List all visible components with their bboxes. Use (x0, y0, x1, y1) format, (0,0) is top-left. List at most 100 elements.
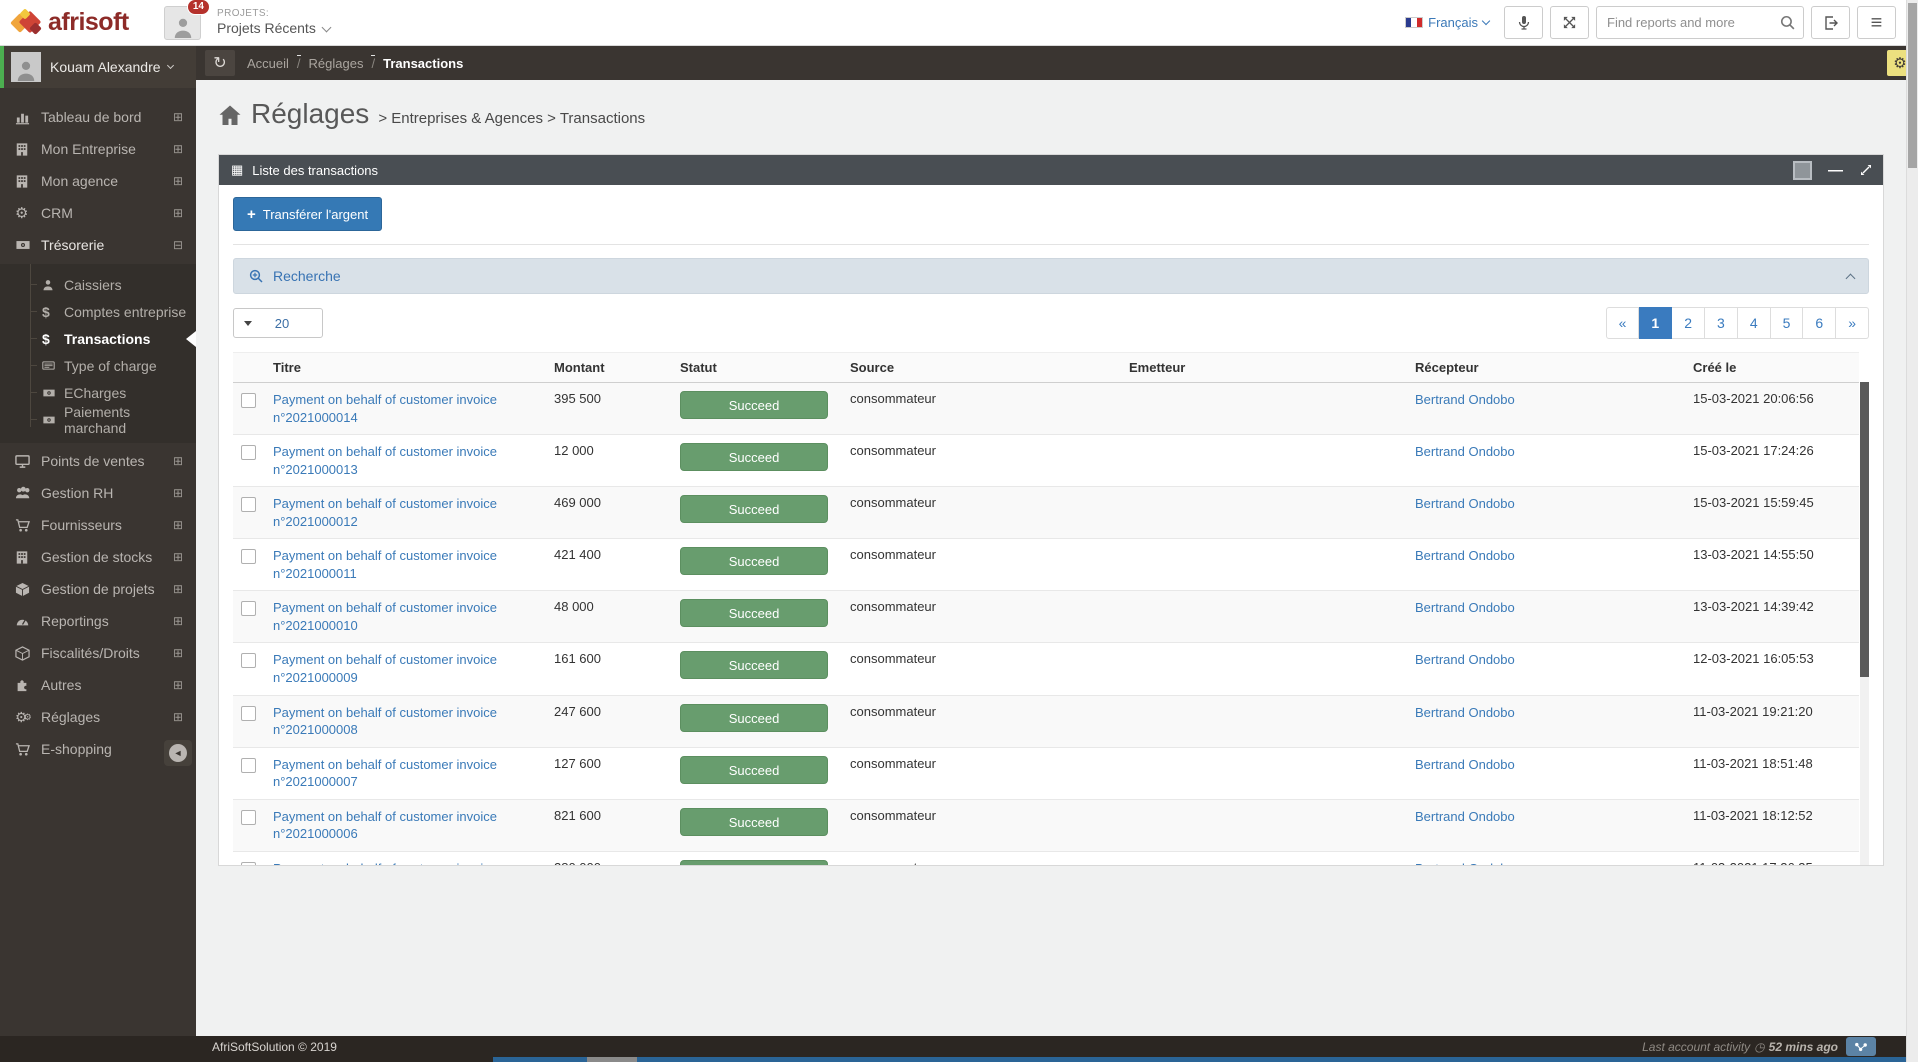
page-scrollbar-thumb[interactable] (1908, 3, 1917, 168)
transaction-link[interactable]: Payment on behalf of customer invoice n°… (273, 808, 528, 843)
row-checkbox[interactable] (241, 549, 256, 565)
receiver-link[interactable]: Bertrand Ondobo (1415, 547, 1515, 565)
receiver-link[interactable]: Bertrand Ondobo (1415, 860, 1515, 865)
sidebar-item-autres[interactable]: Autres ⊞ (0, 669, 196, 701)
sidebar-item-paiements-marchand[interactable]: Paiements marchand (0, 404, 196, 436)
receiver-link[interactable]: Bertrand Ondobo (1415, 704, 1515, 722)
row-checkbox[interactable] (241, 809, 256, 825)
language-selector[interactable]: Français (1405, 15, 1491, 30)
sidebar-item-gestion-rh[interactable]: Gestion RH ⊞ (0, 477, 196, 509)
sidebar-item-reglages[interactable]: ⚙ ⚙ Réglages ⊞ (0, 701, 196, 733)
expand-icon[interactable]: ⊞ (173, 486, 183, 500)
logout-button[interactable] (1811, 6, 1850, 39)
sidebar-item-crm[interactable]: ⚙ CRM ⊞ (0, 197, 196, 229)
sidebar-item-gestion-de-projets[interactable]: Gestion de projets ⊞ (0, 573, 196, 605)
pagination-page-6[interactable]: 6 (1803, 307, 1837, 339)
row-checkbox[interactable] (241, 757, 256, 773)
widget-handle[interactable] (1793, 160, 1812, 180)
page-scrollbar[interactable] (1906, 0, 1918, 1062)
expand-icon[interactable]: ⊞ (173, 550, 183, 564)
expand-icon[interactable]: ⊞ (173, 518, 183, 532)
breadcrumb-reglages[interactable]: Réglages (309, 56, 364, 71)
sidebar-item-type-of-charge[interactable]: Type of charge (0, 352, 196, 379)
transaction-link[interactable]: Payment on behalf of customer invoice n°… (273, 443, 528, 478)
sidebar-item-tableau-de-bord[interactable]: Tableau de bord ⊞ (0, 101, 196, 133)
row-checkbox[interactable] (241, 601, 256, 617)
sidebar-item-fiscalites-droits[interactable]: Fiscalités/Droits ⊞ (0, 637, 196, 669)
transaction-link[interactable]: Payment on behalf of customer invoice n°… (273, 391, 528, 426)
transaction-link[interactable]: Payment on behalf of customer invoice n°… (273, 495, 528, 530)
receiver-link[interactable]: Bertrand Ondobo (1415, 599, 1515, 617)
sidebar-item-mon-entreprise[interactable]: Mon Entreprise ⊞ (0, 133, 196, 165)
horizontal-scrollbar-thumb[interactable] (587, 1057, 637, 1062)
transaction-link[interactable]: Payment on behalf of customer invoice n°… (273, 651, 528, 686)
sidebar-item-reportings[interactable]: Reportings ⊞ (0, 605, 196, 637)
sidebar-item-gestion-de-stocks[interactable]: Gestion de stocks ⊞ (0, 541, 196, 573)
sidebar-item-transactions[interactable]: $ Transactions (0, 325, 196, 352)
search-collapse-bar[interactable]: Recherche (233, 258, 1869, 294)
sidebar-item-comptes-entreprise[interactable]: $ Comptes entreprise (0, 298, 196, 325)
transfer-money-button[interactable]: + Transférer l'argent (233, 197, 383, 231)
table-scrollbar[interactable] (1860, 382, 1869, 865)
transaction-link[interactable]: Payment on behalf of customer invoice n°… (273, 860, 528, 865)
sidebar-item-caissiers[interactable]: Caissiers (0, 271, 196, 298)
pagination-page-1[interactable]: 1 (1639, 307, 1673, 339)
expand-icon[interactable]: ⊞ (173, 454, 183, 468)
row-checkbox[interactable] (241, 705, 256, 721)
sidebar-item-points-de-ventes[interactable]: Points de ventes ⊞ (0, 445, 196, 477)
expand-icon[interactable]: ⊞ (173, 646, 183, 660)
pagination-page-4[interactable]: 4 (1737, 307, 1771, 339)
expand-icon[interactable]: ⊞ (173, 206, 183, 220)
pagination-page-5[interactable]: 5 (1770, 307, 1804, 339)
breadcrumb-home[interactable]: Accueil (247, 56, 289, 71)
row-checkbox[interactable] (241, 861, 256, 865)
app-logo[interactable]: afrisoft (0, 7, 152, 39)
menu-button[interactable]: ≡ (1857, 6, 1896, 39)
row-checkbox[interactable] (241, 445, 256, 461)
sidebar-user[interactable]: Kouam Alexandre (0, 46, 196, 88)
receiver-link[interactable]: Bertrand Ondobo (1415, 651, 1515, 669)
sidebar-item-echarges[interactable]: ECharges (0, 379, 196, 406)
row-checkbox[interactable] (241, 393, 256, 408)
pagination-page-2[interactable]: 2 (1672, 307, 1706, 339)
row-checkbox[interactable] (241, 653, 256, 669)
page-size-select[interactable]: 20 (233, 308, 323, 338)
receiver-link[interactable]: Bertrand Ondobo (1415, 495, 1515, 513)
notifications-avatar[interactable]: 14 (164, 0, 210, 40)
expand-icon[interactable]: ⊞ (173, 582, 183, 596)
row-checkbox[interactable] (241, 497, 256, 513)
sidebar-item-tresorerie[interactable]: Trésorerie ⊟ (0, 229, 196, 261)
receiver-link[interactable]: Bertrand Ondobo (1415, 756, 1515, 774)
transaction-link[interactable]: Payment on behalf of customer invoice n°… (273, 599, 528, 634)
expand-icon[interactable]: ⊞ (173, 110, 183, 124)
collapse-section-icon[interactable]: ⊟ (173, 238, 183, 252)
receiver-link[interactable]: Bertrand Ondobo (1415, 808, 1515, 826)
pagination-next[interactable]: » (1836, 307, 1869, 339)
receiver-link[interactable]: Bertrand Ondobo (1415, 391, 1515, 409)
minimize-button[interactable]: — (1828, 163, 1843, 178)
sidebar-item-mon-agence[interactable]: Mon agence ⊞ (0, 165, 196, 197)
projects-dropdown[interactable]: PROJETS: Projets Récents (217, 8, 332, 38)
search-input[interactable] (1596, 6, 1804, 39)
transaction-link[interactable]: Payment on behalf of customer invoice n°… (273, 547, 528, 582)
expand-button[interactable] (1859, 163, 1873, 177)
chevron-up-icon[interactable] (1845, 273, 1856, 283)
table-scrollbar-thumb[interactable] (1860, 382, 1869, 677)
sidebar-item-fournisseurs[interactable]: Fournisseurs ⊞ (0, 509, 196, 541)
transaction-link[interactable]: Payment on behalf of customer invoice n°… (273, 704, 528, 739)
footer-network-button[interactable] (1846, 1037, 1876, 1056)
refresh-button[interactable]: ↻ (205, 50, 235, 76)
fullscreen-button[interactable] (1550, 6, 1589, 39)
expand-icon[interactable]: ⊞ (173, 710, 183, 724)
receiver-link[interactable]: Bertrand Ondobo (1415, 443, 1515, 461)
expand-icon[interactable]: ⊞ (173, 174, 183, 188)
expand-icon[interactable]: ⊞ (173, 142, 183, 156)
expand-icon[interactable]: ⊞ (173, 678, 183, 692)
pagination-page-3[interactable]: 3 (1705, 307, 1738, 339)
pagination-prev[interactable]: « (1605, 307, 1640, 339)
transaction-link[interactable]: Payment on behalf of customer invoice n°… (273, 756, 528, 791)
bottom-scroll-track[interactable] (493, 1057, 1918, 1062)
microphone-button[interactable] (1504, 6, 1543, 39)
search-icon[interactable] (1779, 14, 1796, 31)
expand-icon[interactable]: ⊞ (173, 614, 183, 628)
